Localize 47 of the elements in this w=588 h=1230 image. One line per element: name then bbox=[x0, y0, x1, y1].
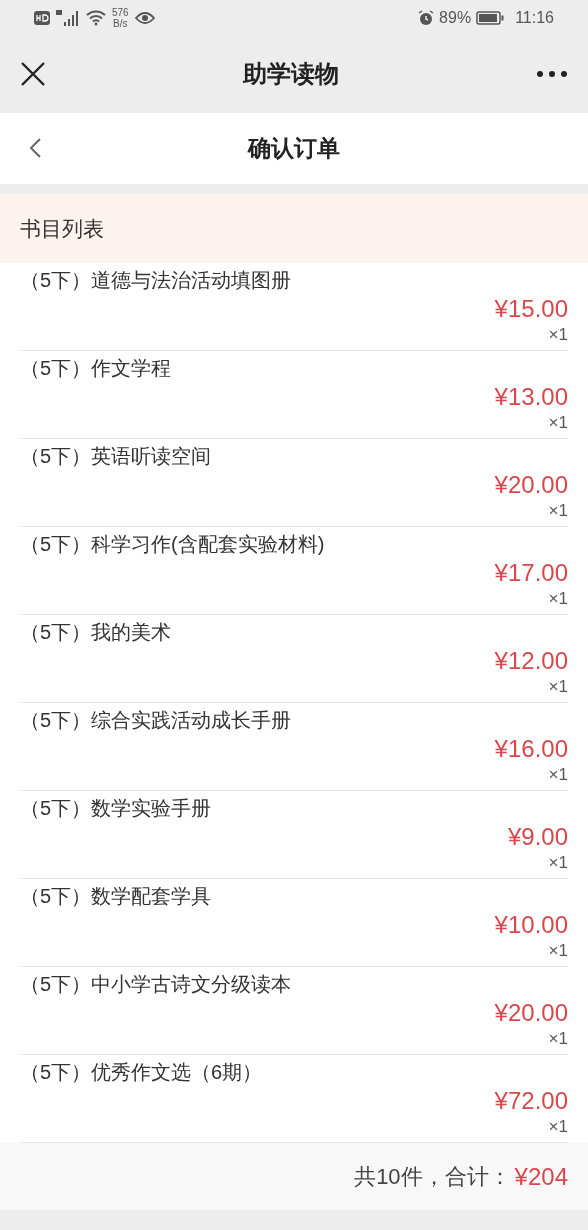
network-speed: 576 B/s bbox=[112, 6, 129, 29]
section-title: 书目列表 bbox=[20, 215, 104, 242]
book-price: ¥20.00 bbox=[494, 469, 568, 500]
book-quantity: ×1 bbox=[548, 323, 568, 346]
book-price: ¥15.00 bbox=[494, 293, 568, 324]
wifi-icon bbox=[86, 9, 106, 26]
alarm-icon bbox=[418, 9, 435, 26]
page-title: 确认订单 bbox=[246, 134, 341, 164]
battery-percent: 89% bbox=[439, 7, 472, 28]
book-quantity: ×1 bbox=[548, 499, 568, 522]
book-price: ¥17.00 bbox=[494, 557, 568, 588]
back-icon[interactable] bbox=[28, 137, 42, 160]
book-price: ¥12.00 bbox=[494, 645, 568, 676]
book-title: （5下）科学习作(含配套实验材料) bbox=[20, 531, 326, 557]
nav-title: 助学读物 bbox=[242, 59, 340, 90]
signal-icon bbox=[56, 9, 80, 26]
book-quantity: ×1 bbox=[548, 675, 568, 698]
order-total: ¥204 bbox=[514, 1161, 568, 1192]
book-price: ¥72.00 bbox=[494, 1085, 568, 1116]
book-quantity: ×1 bbox=[548, 1115, 568, 1138]
book-title: （5下）英语听读空间 bbox=[20, 443, 213, 469]
book-title: （5下）数学实验手册 bbox=[20, 795, 213, 821]
book-price: ¥20.00 bbox=[494, 997, 568, 1028]
book-title: （5下）优秀作文选（6期） bbox=[20, 1059, 264, 1085]
order-summary: 共10件，合计： bbox=[354, 1163, 511, 1192]
book-title: （5下）综合实践活动成长手册 bbox=[20, 707, 293, 733]
hd-icon bbox=[34, 10, 50, 25]
book-title: （5下）道德与法治活动填图册 bbox=[20, 267, 293, 293]
clock: 11:16 bbox=[515, 7, 554, 28]
book-price: ¥9.00 bbox=[507, 821, 568, 852]
book-price: ¥10.00 bbox=[494, 909, 568, 940]
book-title: （5下）作文学程 bbox=[20, 355, 173, 381]
book-quantity: ×1 bbox=[548, 939, 568, 962]
book-quantity: ×1 bbox=[548, 851, 568, 874]
book-quantity: ×1 bbox=[548, 1027, 568, 1050]
battery-icon bbox=[476, 10, 505, 25]
book-title: （5下）中小学古诗文分级读本 bbox=[20, 971, 293, 997]
book-price: ¥16.00 bbox=[494, 733, 568, 764]
book-title: （5下）数学配套学具 bbox=[20, 883, 213, 909]
more-icon[interactable] bbox=[536, 70, 568, 79]
book-price: ¥13.00 bbox=[494, 381, 568, 412]
eye-icon bbox=[134, 10, 155, 25]
close-icon[interactable] bbox=[20, 61, 46, 88]
book-title: （5下）我的美术 bbox=[20, 619, 173, 645]
book-quantity: ×1 bbox=[548, 411, 568, 434]
book-quantity: ×1 bbox=[548, 763, 568, 786]
book-quantity: ×1 bbox=[548, 587, 568, 610]
